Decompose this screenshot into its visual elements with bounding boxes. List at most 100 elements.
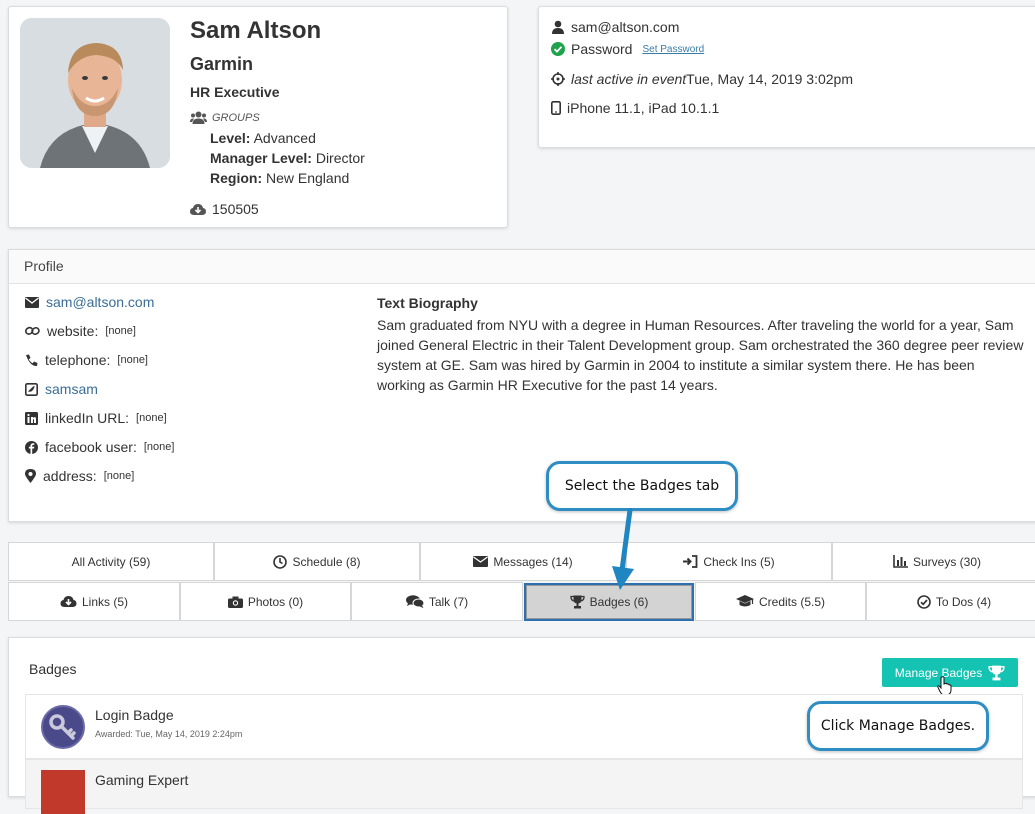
profile-job-title: HR Executive xyxy=(190,84,280,100)
badge-name: Login Badge xyxy=(95,707,174,723)
callout-select-badges-text: Select the Badges tab xyxy=(564,478,720,494)
group-region-label: Region: xyxy=(210,170,263,186)
profile-company: Garmin xyxy=(190,54,254,74)
tab-talk-label: Talk (7) xyxy=(428,594,469,609)
trophy-icon xyxy=(569,595,585,609)
mobile-icon xyxy=(551,101,561,115)
last-active-label: last active in event xyxy=(571,71,687,87)
callout-click-manage-text: Click Manage Badges. xyxy=(820,718,976,734)
tab-schedule-label: Schedule (8) xyxy=(292,554,361,569)
envelope-icon xyxy=(25,296,39,308)
shield-icon xyxy=(41,770,85,814)
phone-icon xyxy=(25,354,38,367)
profile-section: Profile sam@altson.com website: [none] t… xyxy=(8,249,1035,522)
tab-credits[interactable]: Credits (5.5) xyxy=(695,582,866,621)
callout-select-badges-tab: Select the Badges tab xyxy=(546,461,738,511)
badge-awarded-date: Awarded: Tue, May 14, 2019 2:24pm xyxy=(95,729,243,739)
linkedin-value: [none] xyxy=(136,412,167,424)
users-icon xyxy=(190,111,207,124)
facebook-row: facebook user: [none] xyxy=(25,439,174,455)
comments-icon xyxy=(405,595,424,608)
group-level-label: Level: xyxy=(210,130,251,146)
tab-surveys-label: Surveys (30) xyxy=(912,554,982,569)
address-row: address: [none] xyxy=(25,468,134,484)
profile-card: Sam Altson Garmin HR Executive GROUPS Le… xyxy=(8,6,508,228)
group-level: Level: Advanced xyxy=(210,130,316,146)
group-level-value: Advanced xyxy=(253,130,316,146)
hand-cursor-icon xyxy=(937,676,953,696)
contact-card: sam@altson.com Password Set Password las… xyxy=(538,6,1035,148)
last-active-row: last active in eventTue, May 14, 2019 3:… xyxy=(551,71,853,87)
tab-check-ins[interactable]: Check Ins (5) xyxy=(626,542,832,581)
set-password-link[interactable]: Set Password xyxy=(642,44,704,55)
tab-surveys[interactable]: Surveys (30) xyxy=(832,542,1035,581)
groups-label: GROUPS xyxy=(212,111,260,124)
cloud-download-icon xyxy=(60,595,77,608)
graduation-cap-icon xyxy=(735,595,754,608)
website-row: website: [none] xyxy=(25,323,136,339)
points-value: 150505 xyxy=(212,201,259,217)
group-manager-level: Manager Level: Director xyxy=(210,150,365,166)
camera-icon xyxy=(227,596,243,608)
group-region-value: New England xyxy=(266,170,350,186)
linkedin-icon xyxy=(25,411,38,425)
bar-chart-icon xyxy=(893,555,908,568)
group-manager-level-label: Manager Level: xyxy=(210,150,312,166)
tab-photos-label: Photos (0) xyxy=(247,594,304,609)
callout-click-manage-badges: Click Manage Badges. xyxy=(807,701,989,751)
trophy-icon xyxy=(988,665,1005,681)
tab-schedule[interactable]: Schedule (8) xyxy=(214,542,420,581)
avatar xyxy=(20,18,170,168)
telephone-row: telephone: [none] xyxy=(25,352,148,368)
tab-credits-label: Credits (5.5) xyxy=(758,594,826,609)
password-row: Password Set Password xyxy=(551,41,704,57)
callout-arrow xyxy=(612,508,634,590)
profile-email-link[interactable]: sam@altson.com xyxy=(46,294,154,310)
key-icon xyxy=(41,705,85,749)
badge-name: Gaming Expert xyxy=(95,772,189,788)
user-icon xyxy=(551,20,565,34)
group-region: Region: New England xyxy=(210,170,349,186)
facebook-label: facebook user: xyxy=(45,439,137,455)
check-circle-icon xyxy=(917,594,931,609)
tab-links[interactable]: Links (5) xyxy=(8,582,180,621)
points-row: 150505 xyxy=(190,201,259,217)
profile-section-header: Profile xyxy=(9,250,1035,284)
last-active-value: Tue, May 14, 2019 3:02pm xyxy=(686,71,853,87)
facebook-value: [none] xyxy=(143,441,175,453)
list-item[interactable]: Gaming Expert xyxy=(25,759,1023,814)
linkedin-label: linkedIn URL: xyxy=(45,410,130,426)
sign-in-icon xyxy=(683,555,698,568)
profile-name: Sam Altson xyxy=(190,17,322,44)
website-value: [none] xyxy=(105,325,136,337)
password-label: Password xyxy=(571,41,633,57)
twitter-row: samsam xyxy=(25,381,98,397)
tab-messages[interactable]: Messages (14) xyxy=(420,542,626,581)
address-value: [none] xyxy=(103,470,135,482)
tab-check-ins-label: Check Ins (5) xyxy=(703,554,775,569)
twitter-link[interactable]: samsam xyxy=(45,381,98,397)
telephone-value: [none] xyxy=(117,354,148,366)
telephone-label: telephone: xyxy=(45,352,111,368)
tab-all-activity-label: All Activity (59) xyxy=(71,554,151,569)
devices-value: iPhone 11.1, iPad 10.1.1 xyxy=(567,100,720,116)
map-marker-icon xyxy=(25,469,36,483)
clock-icon xyxy=(273,554,288,569)
tab-all-activity[interactable]: All Activity (59) xyxy=(8,542,214,581)
website-label: website: xyxy=(47,323,99,339)
facebook-icon xyxy=(25,440,38,454)
tab-to-dos[interactable]: To Dos (4) xyxy=(866,582,1035,621)
tab-links-label: Links (5) xyxy=(81,594,128,609)
tab-talk[interactable]: Talk (7) xyxy=(351,582,523,621)
cloud-download-icon xyxy=(190,203,206,216)
crosshairs-icon xyxy=(551,72,565,86)
envelope-icon xyxy=(473,556,489,567)
groups-heading: GROUPS xyxy=(190,111,260,124)
tab-photos[interactable]: Photos (0) xyxy=(180,582,351,621)
group-manager-level-value: Director xyxy=(315,150,365,166)
link-icon xyxy=(25,325,40,337)
twitter-icon xyxy=(25,382,38,396)
bio-title: Text Biography xyxy=(377,295,478,311)
contact-email: sam@altson.com xyxy=(571,19,680,35)
check-circle-icon xyxy=(551,42,565,56)
